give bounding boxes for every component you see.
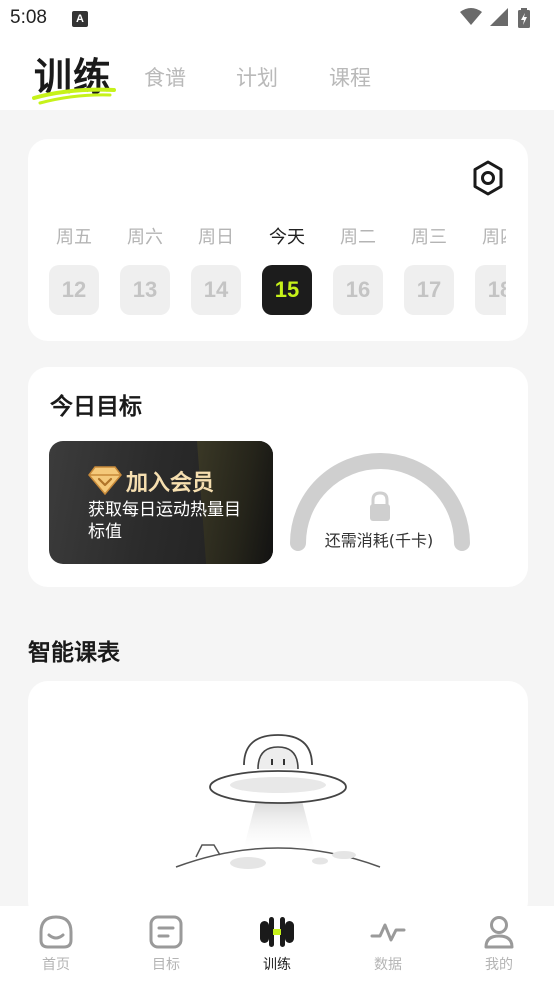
- data-pulse-icon: [370, 923, 406, 942]
- status-bar: 5:08 A: [0, 0, 554, 38]
- schedule-card: [28, 681, 528, 921]
- status-time: 5:08: [10, 7, 47, 28]
- day-number: 18: [475, 265, 506, 315]
- target-note-icon: [149, 915, 183, 949]
- wifi-icon: [460, 8, 482, 25]
- status-indicators: [452, 8, 542, 28]
- training-dumbbell-icon: [260, 917, 294, 947]
- tab-recipes[interactable]: 食谱: [144, 62, 186, 92]
- tabbar-goal[interactable]: 目标: [126, 914, 206, 974]
- day-number: 14: [191, 265, 241, 315]
- day-item[interactable]: 周日 14: [190, 225, 242, 315]
- gauge-label: 还需消耗(千卡): [324, 531, 434, 550]
- tabbar-home[interactable]: 首页: [16, 914, 96, 974]
- tab-plans[interactable]: 计划: [236, 62, 278, 92]
- signal-icon: [490, 8, 508, 26]
- home-face-icon: [39, 915, 73, 949]
- bottom-tab-bar: 首页 目标 训练 数据 我的: [0, 906, 554, 984]
- settings-hexagon-icon[interactable]: [471, 159, 505, 197]
- day-number: 13: [120, 265, 170, 315]
- schedule-title: 智能课表: [28, 640, 120, 666]
- day-item[interactable]: 周六 13: [119, 225, 171, 315]
- day-item-today[interactable]: 今天 15: [261, 225, 313, 315]
- day-number-today: 15: [262, 265, 312, 315]
- tabbar-label: 我的: [485, 957, 513, 973]
- tabbar-mine[interactable]: 我的: [459, 914, 539, 974]
- tabbar-training[interactable]: 训练: [237, 914, 317, 974]
- tabbar-data[interactable]: 数据: [348, 914, 428, 974]
- day-label: 周三: [411, 227, 447, 248]
- join-vip-button[interactable]: 加入会员 获取每日运动热量目标值: [49, 441, 273, 564]
- day-label: 周二: [340, 227, 376, 248]
- week-calendar-card: 周五 12 周六 13 周日 14 今天 15 周二 16 周三 17 周四 1…: [28, 139, 528, 341]
- profile-person-icon: [484, 916, 514, 949]
- tabbar-label: 目标: [152, 957, 180, 973]
- active-tab-underline: [32, 87, 116, 105]
- tabbar-label: 训练: [263, 957, 291, 973]
- day-item[interactable]: 周二 16: [332, 225, 384, 315]
- day-number: 12: [49, 265, 99, 315]
- week-day-row: 周五 12 周六 13 周日 14 今天 15 周二 16 周三 17 周四 1…: [48, 225, 506, 325]
- day-number: 16: [333, 265, 383, 315]
- app-notification-icon: A: [72, 11, 88, 27]
- tabbar-label: 首页: [42, 957, 70, 973]
- day-item[interactable]: 周五 12: [48, 225, 100, 315]
- day-item[interactable]: 周三 17: [403, 225, 455, 315]
- day-label: 周日: [198, 227, 234, 248]
- goal-title: 今日目标: [50, 394, 142, 420]
- day-item[interactable]: 周四 18: [474, 225, 506, 315]
- day-label: 周四: [482, 227, 506, 248]
- day-label: 周六: [127, 227, 163, 248]
- tab-courses[interactable]: 课程: [329, 62, 371, 92]
- today-goal-card: 今日目标 加入会员 获取每日运动热量目标值 还需消耗(千卡): [28, 367, 528, 587]
- day-number: 17: [404, 265, 454, 315]
- lock-icon: [370, 491, 390, 521]
- tabbar-label: 数据: [374, 957, 402, 973]
- day-label: 周五: [56, 227, 92, 248]
- ufo-moon-illustration: [175, 734, 381, 869]
- battery-icon: [518, 8, 530, 28]
- top-tab-bar: 训练 食谱 计划 课程: [0, 38, 554, 110]
- day-label: 今天: [269, 227, 305, 248]
- diamond-icon: [88, 466, 122, 495]
- vip-description: 获取每日运动热量目标值: [88, 500, 241, 542]
- vip-title: 加入会员: [126, 471, 215, 496]
